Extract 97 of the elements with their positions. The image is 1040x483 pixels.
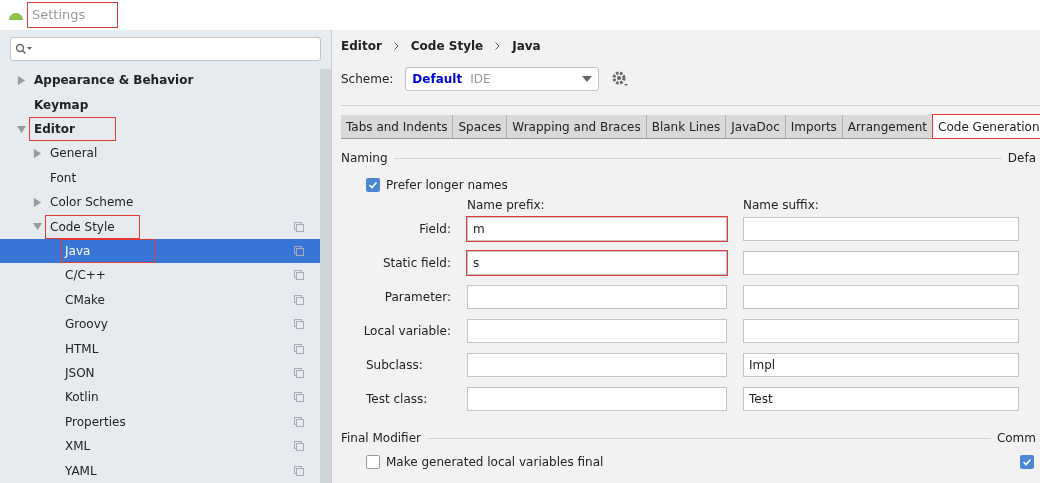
- checkbox[interactable]: [1020, 455, 1034, 469]
- tree-item[interactable]: C/C++: [0, 263, 320, 288]
- checkbox-label: Make generated local variables final: [386, 454, 604, 471]
- search-icon: [15, 43, 33, 55]
- dropdown-arrow-icon: [582, 76, 593, 82]
- copy-icon: [294, 294, 304, 305]
- chevron-right-icon: [495, 42, 501, 50]
- tab[interactable]: Spaces: [453, 115, 508, 138]
- scheme-dropdown[interactable]: Default IDE: [405, 67, 600, 91]
- input-field[interactable]: [743, 251, 1019, 275]
- input-field[interactable]: s: [467, 251, 727, 275]
- collapsed-triangle-icon[interactable]: [33, 197, 42, 207]
- tree-item[interactable]: Font: [46, 166, 101, 189]
- tab[interactable]: Blank Lines: [646, 115, 727, 138]
- field-label: Subclass:: [365, 357, 424, 374]
- tree-item[interactable]: CMake: [0, 287, 320, 313]
- input-field[interactable]: [467, 319, 727, 343]
- input-field[interactable]: [467, 285, 727, 309]
- breadcrumb-item[interactable]: Java: [512, 37, 541, 55]
- tree-item[interactable]: Groovy: [0, 312, 320, 337]
- section-title: Comm: [996, 430, 1036, 447]
- tree-item-label: CMake: [64, 291, 106, 309]
- input-field[interactable]: [743, 285, 1019, 309]
- field-label: Static field:: [381, 255, 451, 272]
- section-title: Naming: [341, 150, 388, 167]
- tab[interactable]: JavaDoc: [726, 115, 786, 138]
- tab[interactable]: Wrapping and Braces: [507, 115, 647, 138]
- input-field[interactable]: Test: [743, 387, 1019, 411]
- collapsed-triangle-icon[interactable]: [17, 75, 26, 85]
- field-label: Field:: [418, 221, 451, 238]
- tree-item-label: Kotlin: [64, 389, 100, 407]
- field-label: Local variable:: [362, 323, 451, 340]
- tree-item[interactable]: Properties: [0, 409, 320, 435]
- section-title: Defa: [1007, 150, 1036, 167]
- android-logo-icon: [8, 10, 24, 20]
- tab[interactable]: Imports: [785, 115, 843, 138]
- tree-item-label: C/C++: [64, 267, 107, 285]
- scheme-label: Scheme:: [341, 71, 394, 88]
- breadcrumb-item[interactable]: Editor: [341, 37, 382, 55]
- copy-icon: [294, 270, 304, 281]
- column-header: Name prefix:: [467, 197, 546, 214]
- copy-icon: [294, 465, 304, 476]
- checkbox[interactable]: [366, 455, 380, 469]
- input-field[interactable]: [743, 217, 1019, 241]
- tree-item-label: Groovy: [64, 316, 109, 334]
- copy-icon: [294, 416, 304, 427]
- tree-item[interactable]: YAML: [0, 458, 320, 483]
- expanded-triangle-icon[interactable]: [17, 124, 26, 134]
- breadcrumb-item[interactable]: Code Style: [410, 37, 484, 55]
- input-field[interactable]: m: [467, 217, 727, 241]
- expanded-triangle-icon[interactable]: [33, 222, 42, 232]
- settings-icon[interactable]: [611, 70, 630, 88]
- tree-item[interactable]: General: [46, 142, 122, 165]
- scheme-name: Default: [412, 71, 463, 88]
- tree-item-label: YAML: [64, 462, 98, 480]
- tab[interactable]: Arrangement: [842, 115, 934, 138]
- checkmark-icon: [368, 180, 378, 190]
- scheme-scope: IDE: [470, 71, 491, 88]
- copy-icon: [294, 441, 304, 452]
- section-title: Final Modifier: [341, 430, 421, 447]
- tab[interactable]: Tabs and Indents: [341, 115, 454, 138]
- tree-item[interactable]: HTML: [0, 336, 320, 361]
- collapsed-triangle-icon[interactable]: [33, 148, 42, 158]
- tree-item-label: HTML: [64, 340, 100, 358]
- tree-item[interactable]: JSON: [0, 360, 320, 386]
- copy-icon: [294, 368, 304, 379]
- tree-item[interactable]: XML: [0, 434, 320, 459]
- input-field[interactable]: [467, 387, 727, 411]
- window-title: Settings: [28, 3, 118, 27]
- checkmark-icon: [1022, 457, 1032, 467]
- input-field[interactable]: [743, 319, 1019, 343]
- field-label: Test class:: [365, 391, 429, 408]
- column-header: Name suffix:: [743, 197, 820, 214]
- tree-item-label: XML: [64, 438, 92, 456]
- tree-item[interactable]: Appearance & Behavior: [30, 69, 234, 92]
- search-field[interactable]: [10, 37, 321, 61]
- tree-item-label: Java: [61, 240, 155, 263]
- input-field[interactable]: [467, 353, 727, 377]
- tab[interactable]: Code Generation: [933, 115, 1040, 138]
- scrollbar[interactable]: [320, 69, 331, 483]
- copy-icon: [294, 246, 304, 257]
- tree-item[interactable]: Code Style: [46, 215, 139, 238]
- field-label: Parameter:: [383, 289, 451, 306]
- tree-item-label: Properties: [64, 413, 127, 431]
- tree-item-label: JSON: [63, 365, 96, 383]
- chevron-right-icon: [393, 42, 399, 50]
- checkbox-label: Prefer longer names: [386, 177, 508, 194]
- tree-item[interactable]: Keymap: [30, 93, 129, 116]
- input-field[interactable]: Impl: [743, 353, 1019, 377]
- copy-icon: [294, 319, 304, 330]
- copy-icon: [294, 392, 304, 403]
- tree-item[interactable]: Color Scheme: [46, 191, 158, 214]
- tree-item[interactable]: Kotlin: [0, 385, 320, 410]
- copy-icon: [294, 343, 304, 354]
- checkbox[interactable]: [366, 178, 380, 192]
- tree-item[interactable]: Java: [0, 238, 320, 264]
- tree-item[interactable]: Editor: [30, 118, 115, 140]
